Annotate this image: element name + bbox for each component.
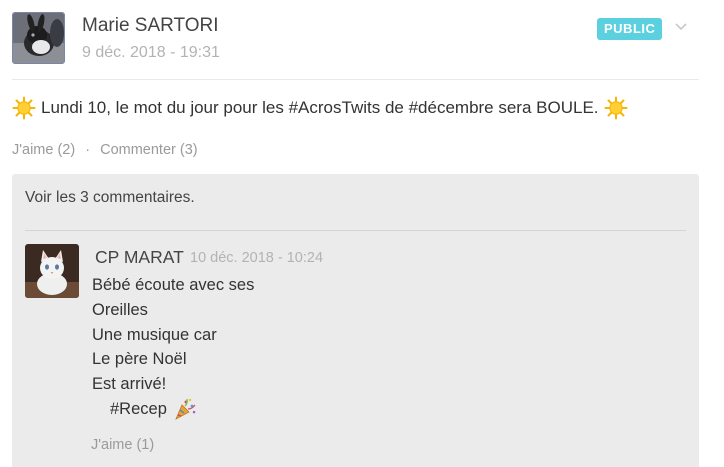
comment-like-button[interactable]: J'aime (1) [91,437,154,453]
post-text: Lundi 10, le mot du jour pour les #Acros… [41,98,599,117]
comment-button[interactable]: Commenter (3) [100,142,198,158]
sun-emoji-icon [12,96,36,120]
comment-line: Le père Noël [92,350,187,369]
header-divider [12,79,699,80]
comments-section: Voir les 3 commentaires. CP MARAT 10 déc… [12,174,699,467]
post-timestamp[interactable]: 9 déc. 2018 - 19:31 [82,44,220,62]
comment-hashtag-line: #Recep [92,397,254,422]
see-all-comments-link[interactable]: Voir les 3 commentaires. [25,189,195,207]
comment-author-name[interactable]: CP MARAT [95,247,184,268]
sun-emoji-icon [604,96,628,120]
author-name[interactable]: Marie SARTORI [82,15,219,37]
party-popper-emoji-icon [175,399,196,421]
comment-author-avatar[interactable] [25,244,79,298]
post-actions: J'aime (2) · Commenter (3) [12,142,198,158]
comment-line: Est arrivé! [92,375,167,394]
post-card: Marie SARTORI 9 déc. 2018 - 19:31 PUBLIC… [0,0,724,467]
like-button[interactable]: J'aime (2) [12,142,75,158]
comment-line: Une musique car [92,325,217,344]
comment-body: Bébé écoute avec ses Oreilles Une musiqu… [92,273,254,422]
comment-line: Bébé écoute avec ses [92,276,255,294]
visibility-badge: PUBLIC [597,18,663,40]
chevron-down-icon[interactable] [671,17,691,37]
actions-separator: · [85,142,91,158]
author-avatar[interactable] [12,12,65,64]
comment-line: Oreilles [92,300,148,319]
comment-hashtag[interactable]: #Recep [110,397,167,422]
comment-timestamp[interactable]: 10 déc. 2018 - 10:24 [190,250,323,266]
comments-divider [25,230,686,231]
post-body: Lundi 10, le mot du jour pour les #Acros… [12,96,628,120]
